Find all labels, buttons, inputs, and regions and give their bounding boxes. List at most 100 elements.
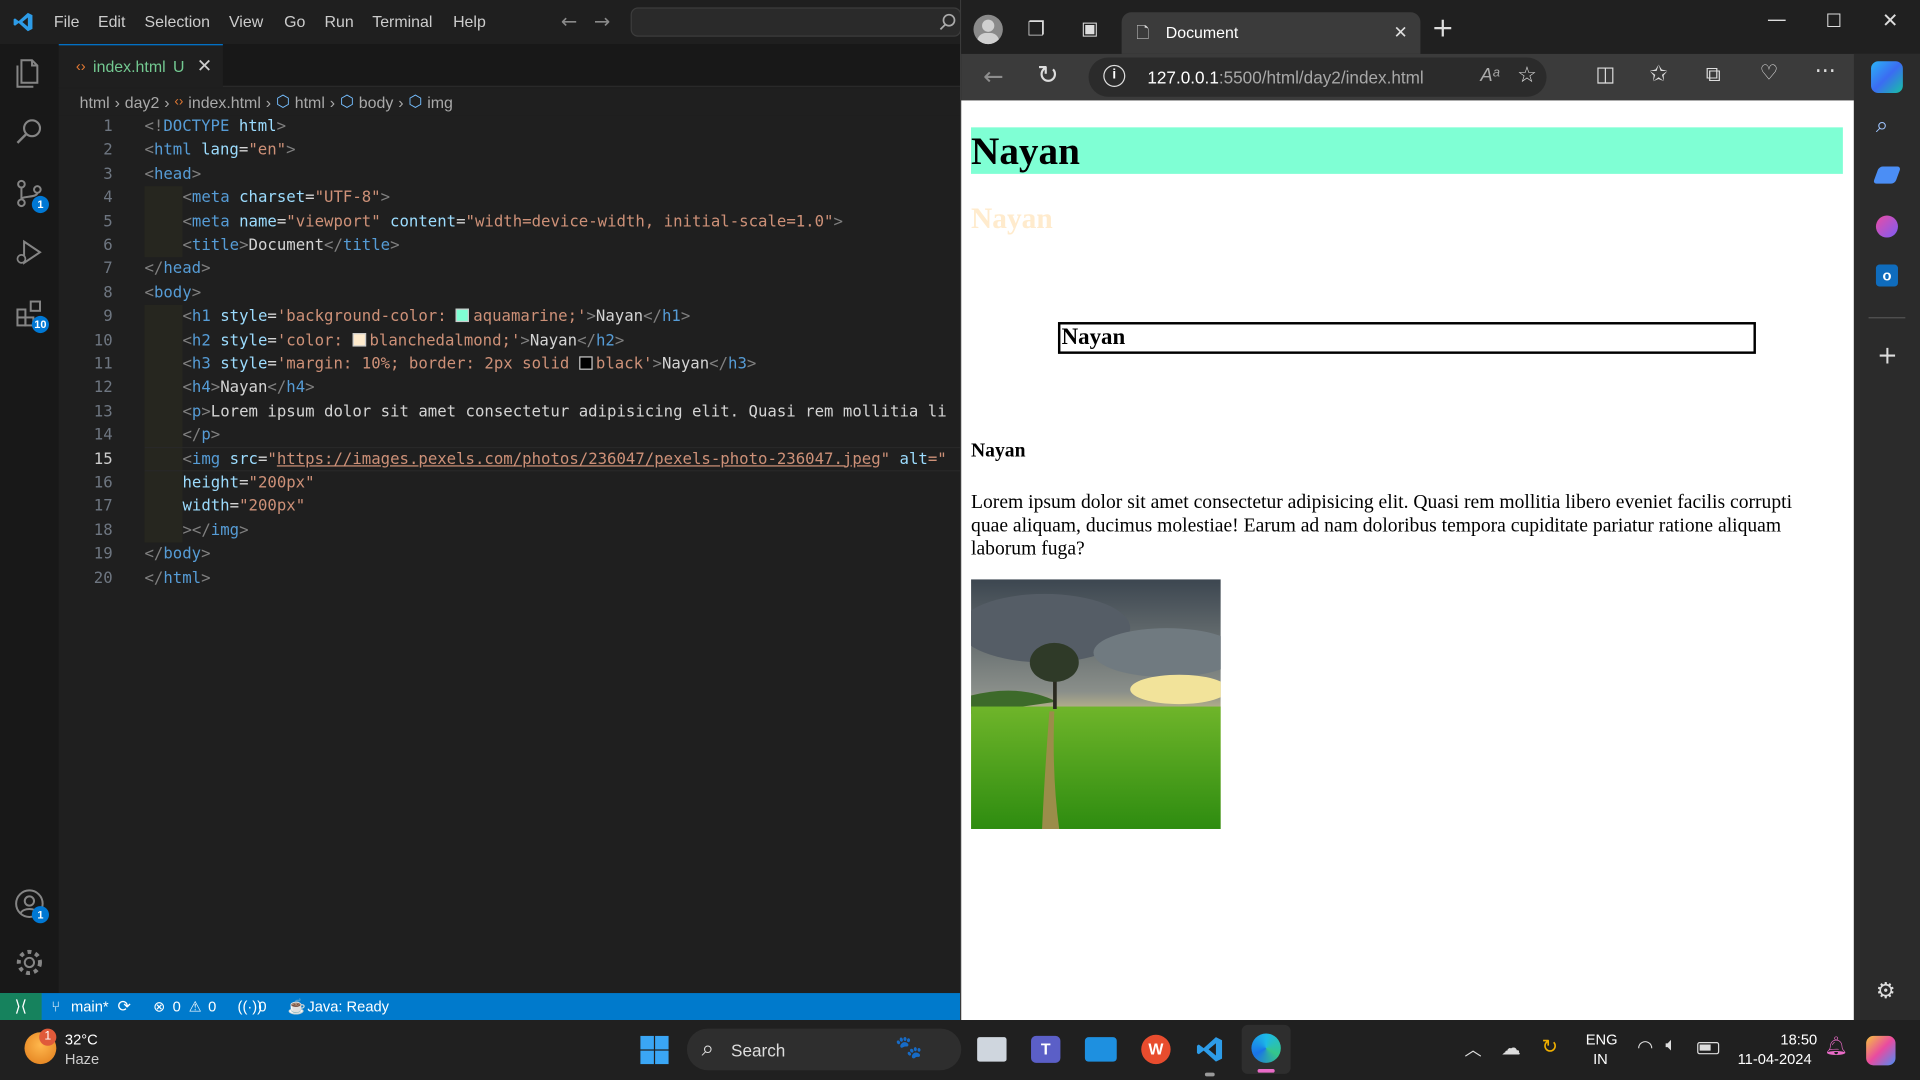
- site-info-icon[interactable]: i: [1103, 64, 1126, 87]
- volume-icon[interactable]: 🔈︎: [1665, 1035, 1676, 1056]
- shopping-tag-icon[interactable]: [1872, 166, 1902, 184]
- address-bar[interactable]: i 127.0.0.1:5500/html/day2/index.html Aᵃ…: [1088, 57, 1547, 97]
- page-h2: Nayan: [971, 203, 1053, 236]
- nav-back-icon[interactable]: ←: [561, 10, 577, 33]
- tab-index-html[interactable]: ‹› index.html U ✕: [58, 44, 223, 87]
- activity-bar: 1 10 1: [0, 44, 59, 994]
- games-icon[interactable]: [1875, 215, 1898, 238]
- back-arrow-icon[interactable]: ←: [983, 61, 1004, 90]
- nav-forward-icon[interactable]: →: [594, 10, 610, 33]
- wps-office-icon[interactable]: W: [1141, 1034, 1171, 1065]
- wifi-icon[interactable]: ◠: [1637, 1036, 1653, 1058]
- maximize-icon[interactable]: ☐: [1826, 10, 1842, 32]
- menu-run[interactable]: Run: [324, 12, 353, 30]
- onedrive-icon[interactable]: ☁: [1501, 1036, 1521, 1060]
- crumb-body[interactable]: body: [359, 92, 394, 110]
- add-sidebar-icon[interactable]: +: [1877, 340, 1898, 369]
- page-h1: Nayan: [971, 127, 1843, 174]
- taskbar-search-label: Search: [731, 1040, 786, 1061]
- more-menu-icon[interactable]: ···: [1815, 59, 1836, 85]
- line-number: 3: [103, 165, 113, 184]
- taskbar-search-box[interactable]: ⌕ Search 🐾: [686, 1028, 962, 1071]
- search-sidebar-icon[interactable]: ⌕: [1876, 113, 1888, 139]
- tab-close-icon[interactable]: ✕: [197, 55, 212, 77]
- line-number: 17: [93, 497, 113, 516]
- edge-icon: [1251, 1033, 1281, 1063]
- extensions-icon[interactable]: 10: [10, 294, 49, 334]
- remote-icon[interactable]: ⟩⟨: [0, 993, 42, 1021]
- language-secondary[interactable]: IN: [1593, 1051, 1608, 1068]
- menu-go[interactable]: Go: [284, 12, 305, 30]
- outlook-icon[interactable]: o: [1875, 264, 1898, 287]
- ports-count[interactable]: 0: [258, 998, 266, 1015]
- menu-terminal[interactable]: Terminal: [372, 12, 432, 30]
- code-line: <meta name="viewport" content="width=dev…: [182, 212, 843, 231]
- refresh-icon[interactable]: ↻: [1037, 60, 1059, 89]
- close-window-icon[interactable]: ✕: [1882, 9, 1898, 32]
- close-tab-icon[interactable]: ✕: [1393, 22, 1407, 43]
- black-swatch: [578, 356, 593, 370]
- source-control-icon[interactable]: 1: [10, 174, 49, 214]
- indent-guide: [144, 304, 183, 543]
- split-screen-icon[interactable]: ◫: [1596, 62, 1616, 86]
- browser-toolbar: ← ↻ i 127.0.0.1:5500/html/day2/index.htm…: [961, 53, 1920, 101]
- browser-essentials-icon[interactable]: ♡: [1760, 61, 1779, 85]
- edge-taskbar-tile[interactable]: [1241, 1024, 1291, 1074]
- battery-icon[interactable]: [1697, 1042, 1720, 1055]
- copilot-icon[interactable]: [1871, 61, 1903, 94]
- java-status[interactable]: Java: Ready: [307, 998, 389, 1015]
- favorites-icon[interactable]: ✩: [1649, 61, 1667, 87]
- task-view-icon[interactable]: [977, 1037, 1007, 1062]
- clock-date[interactable]: 11-04-2024: [1738, 1051, 1812, 1068]
- mail-icon[interactable]: [1084, 1037, 1117, 1062]
- language-primary[interactable]: ENG: [1586, 1031, 1618, 1048]
- page-icon: 🗋: [1136, 23, 1150, 42]
- favorite-star-icon[interactable]: ☆: [1517, 62, 1537, 88]
- clock-time[interactable]: 18:50: [1780, 1031, 1817, 1048]
- code-editor[interactable]: 1 2 3 4 5 6 7 8 9 10 11 12 13 14 15 16 1…: [58, 115, 961, 994]
- browser-tab-document[interactable]: 🗋 Document ✕: [1121, 12, 1421, 54]
- minimize-icon[interactable]: —: [1767, 7, 1787, 30]
- update-icon[interactable]: ↻: [1542, 1035, 1558, 1059]
- branch-name[interactable]: main*: [71, 998, 109, 1015]
- new-tab-icon[interactable]: +: [1431, 13, 1454, 44]
- menu-selection[interactable]: Selection: [144, 12, 209, 30]
- crumb-html[interactable]: html: [80, 92, 110, 110]
- search-icon: ⌕: [701, 1035, 714, 1061]
- crumb-html-el[interactable]: html: [295, 92, 325, 110]
- menu-view[interactable]: View: [229, 12, 263, 30]
- copilot-taskbar-icon[interactable]: [1866, 1035, 1896, 1066]
- sidebar-settings-gear-icon[interactable]: ⚙: [1876, 978, 1896, 1004]
- vscode-taskbar-icon[interactable]: [1195, 1035, 1224, 1064]
- code-line: <body>: [144, 283, 202, 303]
- notification-bell-icon[interactable]: 🔔︎: [1825, 1035, 1848, 1057]
- img-url-link[interactable]: https://images.pexels.com/photos/236047/…: [277, 450, 881, 468]
- menu-file[interactable]: File: [54, 12, 80, 30]
- menu-edit[interactable]: Edit: [98, 12, 125, 30]
- workspaces-icon[interactable]: ❐: [1027, 17, 1045, 40]
- weather-desc[interactable]: Haze: [65, 1051, 99, 1068]
- tab-actions-icon[interactable]: ▣: [1081, 17, 1098, 39]
- warning-count[interactable]: 0: [208, 998, 216, 1015]
- run-debug-icon[interactable]: [10, 233, 49, 272]
- settings-gear-icon[interactable]: [10, 943, 49, 982]
- read-aloud-icon[interactable]: Aᵃ: [1480, 65, 1499, 86]
- teams-icon[interactable]: T: [1031, 1035, 1061, 1063]
- command-center-search[interactable]: [630, 7, 962, 37]
- line-number: 8: [103, 283, 113, 303]
- accounts-icon[interactable]: 1: [10, 884, 49, 924]
- profile-avatar[interactable]: [973, 14, 1003, 45]
- code-line: <title>Document</title>: [182, 236, 400, 255]
- search-activity-icon[interactable]: [10, 113, 49, 152]
- crumb-index[interactable]: index.html: [188, 92, 261, 110]
- menu-help[interactable]: Help: [453, 12, 486, 30]
- sync-icon[interactable]: ⟳: [118, 997, 131, 1017]
- weather-temp[interactable]: 32°C: [65, 1031, 98, 1048]
- error-count[interactable]: 0: [173, 998, 181, 1015]
- explorer-icon[interactable]: [10, 54, 49, 93]
- crumb-day2[interactable]: day2: [125, 92, 160, 110]
- collections-icon[interactable]: ⧉: [1706, 62, 1721, 86]
- windows-start-icon[interactable]: [640, 1035, 669, 1065]
- tray-chevron-up-icon[interactable]: ︿: [1465, 1037, 1482, 1061]
- crumb-img[interactable]: img: [427, 92, 453, 110]
